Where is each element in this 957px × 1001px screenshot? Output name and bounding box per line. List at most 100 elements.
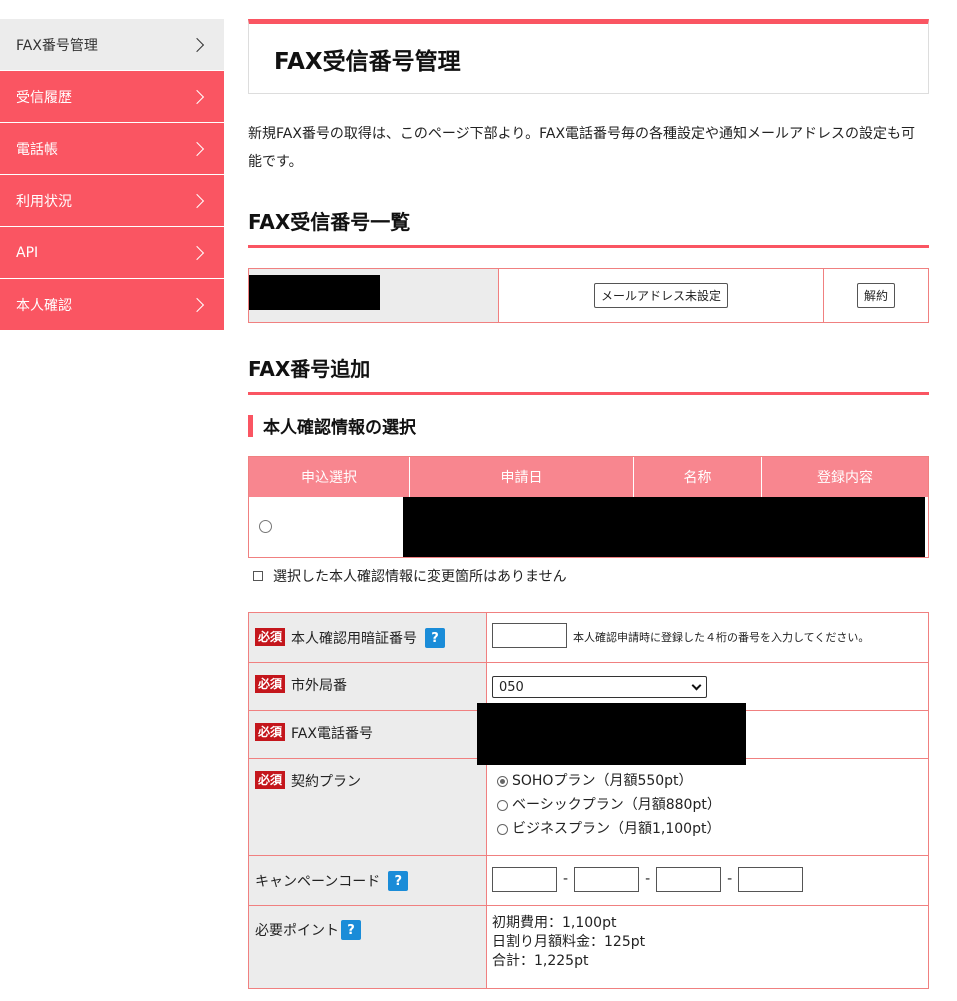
area-code-selected: 050 (499, 679, 524, 695)
plan-radio[interactable] (497, 823, 508, 835)
redacted-block (477, 703, 746, 765)
plan-row: 必須 契約プラン SOHOプラン（月額550pt） ベーシックプラン（月額880… (249, 759, 928, 856)
plan-option-basic[interactable]: ベーシックプラン（月額880pt） (497, 793, 721, 817)
redacted-block (249, 275, 380, 310)
chevron-right-icon (189, 89, 205, 104)
email-cell: メールアドレス未設定 (499, 269, 824, 322)
points-monthly: 日割り月額料金：125pt (492, 934, 646, 950)
fax-number-label: FAX電話番号 (291, 726, 373, 742)
page-title: FAX受信番号管理 (274, 48, 461, 75)
points-label-cell: 必要ポイント ? (249, 906, 487, 988)
fax-list-heading: FAX受信番号一覧 (248, 206, 929, 248)
campaign-input-4[interactable] (738, 867, 804, 892)
col-header-select: 申込選択 (249, 457, 410, 497)
campaign-label: キャンペーンコード (255, 874, 381, 890)
fax-number-cell (249, 269, 499, 322)
separator: - (645, 871, 651, 887)
campaign-row: キャンペーンコード ? - - - (249, 856, 928, 906)
plan-option-soho[interactable]: SOHOプラン（月額550pt） (497, 769, 721, 793)
points-initial: 初期費用：1,100pt (492, 915, 617, 931)
col-header-date: 申請日 (410, 457, 634, 497)
identity-heading-text: 本人確認情報の選択 (263, 418, 416, 438)
sidebar-item-label: 利用状況 (16, 193, 72, 210)
chevron-right-icon (189, 141, 205, 156)
sidebar-item-label: FAX番号管理 (16, 37, 98, 54)
plan-radio[interactable] (497, 799, 508, 811)
email-unset-button[interactable]: メールアドレス未設定 (593, 283, 728, 308)
chevron-right-icon (189, 37, 205, 52)
chevron-right-icon (189, 245, 205, 260)
help-icon[interactable]: ? (425, 628, 446, 648)
fax-number-label-cell: 必須 FAX電話番号 (249, 711, 487, 758)
points-label: 必要ポイント (255, 923, 339, 939)
required-badge: 必須 (255, 628, 286, 646)
sidebar: FAX番号管理 受信履歴 電話帳 利用状況 API 本人確認 (0, 19, 224, 331)
chevron-right-icon (189, 193, 205, 208)
add-fax-heading: FAX番号追加 (248, 353, 929, 395)
identity-heading: 本人確認情報の選択 (248, 413, 929, 438)
pin-label: 本人確認用暗証番号 (291, 631, 418, 647)
sidebar-item-phonebook[interactable]: 電話帳 (0, 123, 224, 175)
col-header-content: 登録内容 (817, 470, 873, 486)
redacted-block (403, 497, 925, 557)
pin-input[interactable] (492, 623, 567, 648)
sidebar-item-identity[interactable]: 本人確認 (0, 279, 224, 331)
campaign-input-3[interactable] (656, 867, 722, 892)
pin-label-cell: 必須 本人確認用暗証番号 ? (249, 613, 487, 662)
col-header-name: 名称 (634, 457, 762, 497)
help-icon[interactable]: ? (341, 920, 361, 940)
sidebar-item-api[interactable]: API (0, 227, 224, 279)
area-code-select[interactable]: 050 (492, 676, 707, 698)
plan-option-label: SOHOプラン（月額550pt） (512, 773, 693, 789)
campaign-value-cell: - - - (487, 856, 928, 905)
chevron-down-icon (691, 680, 702, 690)
identity-table: 申込選択 申請日 名称 登録内容 (248, 456, 929, 558)
add-fax-form: 必須 本人確認用暗証番号 ? 本人確認申請時に登録した４桁の番号を入力してくださ… (248, 612, 929, 989)
sidebar-item-history[interactable]: 受信履歴 (0, 71, 224, 123)
intro-text: 新規FAX番号の取得は、このページ下部より。FAX電話番号毎の各種設定や通知メー… (248, 126, 916, 170)
fax-number-form-row: 必須 FAX電話番号 (249, 703, 928, 765)
page-title-box: FAX受信番号管理 (248, 19, 929, 94)
points-row: 必要ポイント ? 初期費用：1,100pt 日割り月額料金：125pt 合計：1… (249, 906, 928, 988)
table-row (249, 497, 928, 557)
no-change-check-line: 選択した本人確認情報に変更箇所はありません (253, 566, 929, 586)
campaign-input-1[interactable] (492, 867, 557, 892)
plan-radio-selected[interactable] (497, 775, 508, 787)
identity-select-radio[interactable] (259, 520, 272, 533)
campaign-input-2[interactable] (574, 867, 640, 892)
sidebar-item-label: 受信履歴 (16, 89, 72, 106)
sidebar-item-usage[interactable]: 利用状況 (0, 175, 224, 227)
area-code-label-cell: 必須 市外局番 (249, 663, 487, 710)
no-change-checkbox[interactable] (253, 571, 263, 581)
campaign-label-cell: キャンペーンコード ? (249, 856, 487, 905)
sidebar-item-label: API (16, 244, 39, 261)
plan-options: SOHOプラン（月額550pt） ベーシックプラン（月額880pt） ビジネスプ… (497, 767, 721, 841)
area-code-label: 市外局番 (291, 678, 348, 694)
required-badge: 必須 (255, 771, 286, 789)
pin-hint: 本人確認申請時に登録した４桁の番号を入力してください。 (573, 631, 870, 644)
plan-value-cell: SOHOプラン（月額550pt） ベーシックプラン（月額880pt） ビジネスプ… (487, 759, 928, 855)
heading-accent-bar (248, 414, 253, 437)
separator: - (563, 871, 569, 887)
fax-number-value-cell (477, 703, 928, 765)
points-breakdown: 初期費用：1,100pt 日割り月額料金：125pt 合計：1,225pt (492, 914, 645, 971)
plan-option-label: ベーシックプラン（月額880pt） (512, 797, 721, 813)
cancel-contract-button[interactable]: 解約 (856, 283, 895, 308)
identity-table-header: 申込選択 申請日 名称 登録内容 (249, 457, 928, 497)
sidebar-item-label: 電話帳 (16, 141, 58, 158)
sidebar-item-fax-number[interactable]: FAX番号管理 (0, 19, 224, 71)
plan-option-label: ビジネスプラン（月額1,100pt） (512, 821, 721, 837)
sidebar-item-label: 本人確認 (16, 297, 72, 314)
main-content: FAX受信番号管理 新規FAX番号の取得は、このページ下部より。FAX電話番号毎… (248, 19, 929, 989)
chevron-right-icon (189, 297, 205, 312)
separator: - (727, 871, 733, 887)
cancel-cell: 解約 (824, 269, 928, 322)
no-change-label: 選択した本人確認情報に変更箇所はありません (273, 569, 567, 585)
points-total: 合計：1,225pt (492, 953, 589, 969)
required-badge: 必須 (255, 723, 286, 741)
help-icon[interactable]: ? (388, 871, 409, 891)
pin-row: 必須 本人確認用暗証番号 ? 本人確認申請時に登録した４桁の番号を入力してくださ… (249, 613, 928, 663)
plan-option-business[interactable]: ビジネスプラン（月額1,100pt） (497, 817, 721, 841)
points-value-cell: 初期費用：1,100pt 日割り月額料金：125pt 合計：1,225pt (487, 906, 928, 988)
required-badge: 必須 (255, 675, 286, 693)
